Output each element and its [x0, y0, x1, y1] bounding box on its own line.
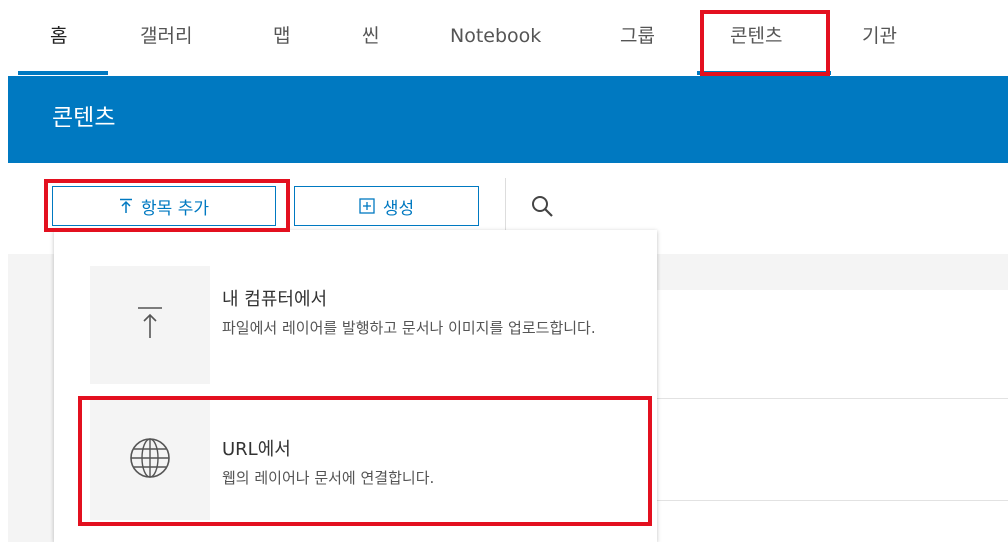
- highlight-content-tab: [700, 10, 830, 76]
- active-tab-indicator: [18, 71, 108, 75]
- search-icon[interactable]: [530, 194, 556, 220]
- page-header-banner: [8, 76, 1008, 163]
- menu-item-description: 파일에서 레이어를 발행하고 문서나 이미지를 업로드합니다.: [222, 319, 596, 337]
- highlight-add-item-button: [44, 179, 290, 232]
- tab-map[interactable]: 맵: [273, 18, 290, 54]
- tab-notebook[interactable]: Notebook: [450, 18, 541, 54]
- list-divider: [655, 500, 1008, 501]
- tab-groups[interactable]: 그룹: [620, 18, 655, 54]
- tab-home[interactable]: 홈: [50, 18, 67, 54]
- highlight-from-url-item: [78, 396, 652, 526]
- upload-icon: [136, 306, 164, 344]
- tab-gallery[interactable]: 갤러리: [140, 18, 192, 54]
- create-button[interactable]: 생성: [294, 186, 479, 226]
- menu-item-from-computer[interactable]: 내 컴퓨터에서 파일에서 레이어를 발행하고 문서나 이미지를 업로드합니다.: [54, 266, 657, 388]
- tab-scene[interactable]: 씬: [362, 18, 379, 54]
- tab-organization[interactable]: 기관: [862, 18, 897, 54]
- page-title: 콘텐츠: [52, 105, 116, 131]
- content-list-area: [655, 290, 1008, 542]
- add-box-icon: [359, 198, 375, 214]
- upload-icon-box: [90, 266, 210, 384]
- create-label: 생성: [382, 198, 415, 219]
- menu-item-title: 내 컴퓨터에서: [222, 289, 328, 310]
- list-divider: [655, 398, 1008, 399]
- top-navigation: 홈 갤러리 맵 씬 Notebook 그룹 콘텐츠 기관: [0, 0, 1008, 76]
